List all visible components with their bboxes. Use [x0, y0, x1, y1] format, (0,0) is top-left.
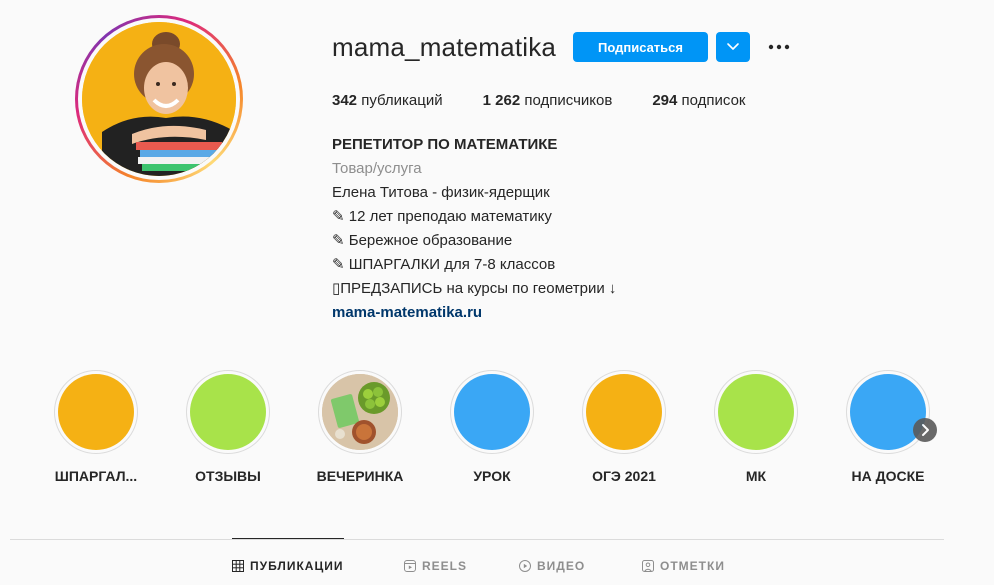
highlight-label: ОТЗЫВЫ — [195, 468, 261, 484]
tagged-icon — [642, 560, 654, 572]
tab-label: ОТМЕТКИ — [660, 559, 725, 573]
highlight-item[interactable]: ОГЭ 2021 — [569, 370, 679, 484]
tab-tagged[interactable]: ОТМЕТКИ — [642, 559, 725, 573]
posts-count: 342 — [332, 92, 358, 109]
highlight-ring — [450, 370, 534, 454]
avatar — [82, 22, 236, 176]
highlight-label: НА ДОСКЕ — [851, 468, 925, 484]
grid-icon — [232, 560, 244, 572]
more-options-button[interactable] — [763, 35, 795, 59]
followers-count: 1 262 — [482, 92, 521, 109]
highlight-cover — [454, 374, 530, 450]
tabs-divider — [10, 539, 944, 540]
avatar-photo — [82, 22, 236, 176]
bio-line: ✎ Бережное образование — [332, 232, 513, 249]
highlight-cover — [190, 374, 266, 450]
tab-label: REELS — [422, 559, 468, 573]
profile-bio: РЕПЕТИТОР ПО МАТЕМАТИКЕ Товар/услуга Еле… — [332, 133, 616, 325]
reels-icon — [404, 560, 416, 572]
tab-label: ПУБЛИКАЦИИ — [250, 559, 344, 573]
bio-category: Товар/услуга — [332, 160, 422, 177]
highlight-item[interactable]: ВЕЧЕРИНКА — [305, 370, 415, 484]
tab-video[interactable]: ВИДЕО — [519, 559, 585, 573]
active-tab-indicator — [232, 538, 344, 539]
highlight-cover — [58, 374, 134, 450]
bio-title: РЕПЕТИТОР ПО МАТЕМАТИКЕ — [332, 136, 558, 153]
tab-posts[interactable]: ПУБЛИКАЦИИ — [232, 559, 343, 573]
tab-label: ВИДЕО — [537, 559, 586, 573]
highlight-cover — [586, 374, 662, 450]
profile-stats: 342 публикаций 1 262 подписчиков 294 под… — [332, 92, 786, 109]
tab-reels[interactable]: REELS — [404, 559, 467, 573]
highlight-ring — [582, 370, 666, 454]
more-horizontal-icon — [768, 44, 790, 50]
highlight-item[interactable]: ОТЗЫВЫ — [173, 370, 283, 484]
highlight-ring — [714, 370, 798, 454]
bio-line: ▯ПРЕДЗАПИСЬ на курсы по геометрии ↓ — [332, 280, 617, 297]
posts-stat: 342 публикаций — [332, 92, 443, 109]
highlight-ring — [54, 370, 138, 454]
highlight-label: ВЕЧЕРИНКА — [316, 468, 404, 484]
highlights-next-button[interactable] — [913, 418, 937, 442]
posts-label: публикаций — [361, 92, 443, 109]
bio-line: ✎ ШПАРГАЛКИ для 7-8 классов — [332, 256, 556, 273]
highlight-item[interactable]: ШПАРГАЛ... — [41, 370, 151, 484]
highlight-cover — [718, 374, 794, 450]
username: mama_matematika — [332, 32, 557, 62]
bio-line: ✎ 12 лет преподаю математику — [332, 208, 552, 225]
party-photo — [322, 374, 398, 450]
bio-website-link[interactable]: mama-matematika.ru — [332, 301, 616, 325]
follow-button[interactable]: Подписаться — [573, 32, 708, 62]
bio-line: Елена Титова - физик-ядерщик — [332, 184, 550, 201]
highlight-item[interactable]: МК — [701, 370, 811, 484]
highlight-label: ОГЭ 2021 — [592, 468, 656, 484]
following-label: подписок — [681, 92, 746, 109]
suggestions-dropdown-button[interactable] — [716, 32, 750, 62]
highlight-ring — [318, 370, 402, 454]
chevron-down-icon — [727, 43, 739, 50]
highlight-ring — [186, 370, 270, 454]
highlight-label: УРОК — [473, 468, 511, 484]
following-count: 294 — [652, 92, 678, 109]
video-icon — [519, 560, 531, 572]
profile-avatar-ring[interactable] — [75, 15, 243, 183]
followers-label: подписчиков — [524, 92, 613, 109]
highlight-label: МК — [745, 468, 767, 484]
followers-stat[interactable]: 1 262 подписчиков — [483, 92, 613, 109]
chevron-right-icon — [922, 424, 929, 436]
following-stat[interactable]: 294 подписок — [652, 92, 745, 109]
highlight-item[interactable]: УРОК — [437, 370, 547, 484]
highlight-label: ШПАРГАЛ... — [54, 468, 138, 484]
highlight-cover — [322, 374, 398, 450]
